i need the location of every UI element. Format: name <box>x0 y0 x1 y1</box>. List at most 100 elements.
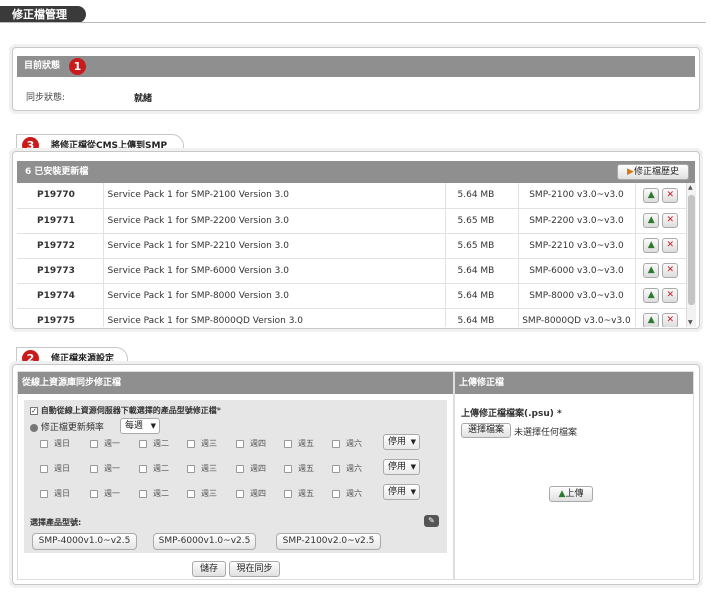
patch-size: 5.64 MB <box>445 258 519 284</box>
day-option[interactable]: 週日 <box>40 488 70 499</box>
online-source-section: 從線上資源庫同步修正檔 ✓ 自動從線上資源伺服器下載選擇的產品型號修正檔* 修正… <box>17 371 454 580</box>
deploy-patch-button[interactable]: ▲ <box>643 263 660 278</box>
day-option[interactable]: 週五 <box>284 438 314 449</box>
deploy-patch-button[interactable]: ▲ <box>643 238 660 253</box>
manual-upload-header: 上傳修正檔 <box>455 372 693 394</box>
model-smp-4000[interactable]: SMP-4000v1.0~v2.5 <box>32 533 137 550</box>
day-checkbox[interactable] <box>332 439 340 448</box>
day-option[interactable]: 週四 <box>236 488 266 499</box>
sync-now-button[interactable]: 現在同步 <box>229 561 280 577</box>
day-checkbox[interactable] <box>187 439 195 448</box>
deploy-patch-button[interactable]: ▲ <box>643 288 660 303</box>
frequency-select[interactable]: 每週 ▼ <box>120 418 160 434</box>
choose-file-button[interactable]: 選擇檔案 <box>461 423 511 438</box>
deploy-patch-button[interactable]: ▲ <box>643 213 660 228</box>
deploy-patch-button[interactable]: ▲ <box>643 187 660 203</box>
day-option[interactable]: 週一 <box>90 463 120 474</box>
day-option[interactable]: 週六 <box>332 488 362 499</box>
day-checkbox[interactable] <box>332 464 340 473</box>
day-option[interactable]: 週日 <box>40 463 70 474</box>
edit-models-button[interactable]: ✎ <box>424 515 439 527</box>
day-option[interactable]: 週四 <box>236 463 266 474</box>
schedule-state-select[interactable]: 停用 ▼ <box>383 434 420 450</box>
day-option[interactable]: 週四 <box>236 438 266 449</box>
patch-history-button[interactable]: ▶修正檔歷史 <box>617 164 689 180</box>
scrollbar-up-icon[interactable]: ▲ <box>688 184 693 191</box>
day-label: 週六 <box>346 489 362 498</box>
day-option[interactable]: 週三 <box>187 488 217 499</box>
auto-download-checkbox[interactable]: ✓ <box>30 406 38 415</box>
table-scrollbar[interactable]: ▲ ▼ <box>686 183 696 327</box>
chevron-down-icon: ▼ <box>410 488 416 496</box>
frequency-label: 修正檔更新頻率 <box>40 423 104 433</box>
day-checkbox[interactable] <box>332 489 340 498</box>
patch-version-range: SMP-2210 v3.0~v3.0 <box>518 233 636 259</box>
patch-actions: ▲ ✕ <box>635 308 686 327</box>
day-checkbox[interactable] <box>187 464 195 473</box>
day-option[interactable]: 週二 <box>139 463 169 474</box>
day-option[interactable]: 週三 <box>187 463 217 474</box>
history-icon: ▶ <box>627 167 634 177</box>
upload-icon: ▲ <box>647 290 655 300</box>
upload-button[interactable]: ▲上傳 <box>549 486 593 502</box>
day-label: 週四 <box>250 489 266 498</box>
day-checkbox[interactable] <box>236 439 244 448</box>
patch-version-range: SMP-8000QD v3.0~v3.0 <box>518 308 636 327</box>
day-checkbox[interactable] <box>139 439 147 448</box>
day-option[interactable]: 週五 <box>284 463 314 474</box>
day-option[interactable]: 週二 <box>139 438 169 449</box>
file-label-row: 上傳修正檔檔案(.psu) * <box>461 406 562 419</box>
patch-version-range: SMP-8000 v3.0~v3.0 <box>518 283 636 309</box>
delete-patch-button[interactable]: ✕ <box>662 187 679 203</box>
deploy-patch-button[interactable]: ▲ <box>643 313 660 327</box>
model-smp-6000[interactable]: SMP-6000v1.0~v2.5 <box>153 533 256 550</box>
installed-count-label: 6 已安裝更新檔 <box>25 167 89 177</box>
day-option[interactable]: 週三 <box>187 438 217 449</box>
table-row: P19773 Service Pack 1 for SMP-6000 Versio… <box>17 258 686 284</box>
day-option[interactable]: 週五 <box>284 488 314 499</box>
save-button[interactable]: 儲存 <box>192 561 226 577</box>
patch-history-label: 修正檔歷史 <box>633 167 679 177</box>
day-checkbox[interactable] <box>187 489 195 498</box>
day-checkbox[interactable] <box>40 439 48 448</box>
day-checkbox[interactable] <box>284 489 292 498</box>
table-row: P19774 Service Pack 1 for SMP-8000 Versio… <box>17 283 686 309</box>
day-option[interactable]: 週六 <box>332 463 362 474</box>
delete-patch-button[interactable]: ✕ <box>662 288 679 303</box>
day-option[interactable]: 週日 <box>40 438 70 449</box>
chevron-down-icon: ▼ <box>410 463 416 471</box>
day-checkbox[interactable] <box>90 439 98 448</box>
schedule-state-select[interactable]: 停用 ▼ <box>383 484 420 500</box>
chevron-down-icon: ▼ <box>410 438 416 446</box>
model-smp-2100[interactable]: SMP-2100v2.0~v2.5 <box>276 533 381 550</box>
day-checkbox[interactable] <box>236 464 244 473</box>
delete-patch-button[interactable]: ✕ <box>662 263 679 278</box>
close-icon: ✕ <box>666 290 675 300</box>
patch-actions: ▲ ✕ <box>635 258 686 284</box>
day-option[interactable]: 週六 <box>332 438 362 449</box>
day-option[interactable]: 週二 <box>139 488 169 499</box>
day-option[interactable]: 週一 <box>90 488 120 499</box>
day-checkbox[interactable] <box>284 439 292 448</box>
delete-patch-button[interactable]: ✕ <box>662 238 679 253</box>
frequency-value: 每週 <box>125 421 144 431</box>
file-label: 上傳修正檔檔案(.psu) <box>461 409 554 419</box>
day-checkbox[interactable] <box>40 489 48 498</box>
delete-patch-button[interactable]: ✕ <box>662 313 679 327</box>
patch-size: 5.64 MB <box>445 183 519 209</box>
day-checkbox[interactable] <box>90 464 98 473</box>
day-checkbox[interactable] <box>139 464 147 473</box>
day-checkbox[interactable] <box>236 489 244 498</box>
day-checkbox[interactable] <box>139 489 147 498</box>
patch-actions: ▲ ✕ <box>635 283 686 309</box>
day-checkbox[interactable] <box>284 464 292 473</box>
schedule-state-select[interactable]: 停用 ▼ <box>383 459 420 475</box>
day-option[interactable]: 週一 <box>90 438 120 449</box>
delete-patch-button[interactable]: ✕ <box>662 213 679 228</box>
scrollbar-down-icon[interactable]: ▼ <box>688 319 693 326</box>
day-checkbox[interactable] <box>90 489 98 498</box>
scrollbar-thumb[interactable] <box>688 195 695 305</box>
day-checkbox[interactable] <box>40 464 48 473</box>
clock-icon <box>30 423 38 432</box>
patch-version-range: SMP-2200 v3.0~v3.0 <box>518 208 636 234</box>
